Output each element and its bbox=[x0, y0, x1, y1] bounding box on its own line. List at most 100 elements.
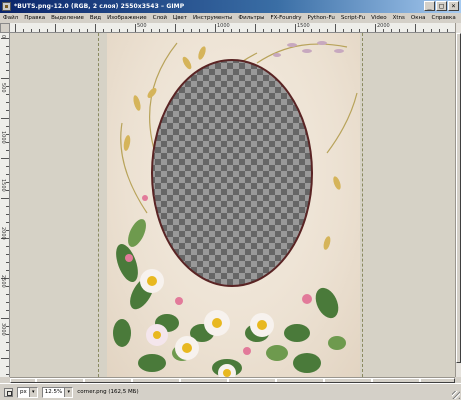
ruler-tick bbox=[6, 326, 9, 327]
navigate-icon[interactable] bbox=[4, 387, 13, 397]
menu-xtns[interactable]: Xtns bbox=[393, 15, 405, 21]
vertical-scrollbar[interactable] bbox=[455, 23, 461, 377]
ruler-tick bbox=[303, 29, 304, 32]
ruler-tick bbox=[6, 102, 9, 103]
ruler-tick bbox=[31, 29, 32, 32]
vertical-ruler[interactable]: 0 500 1000 1500 2000 2500 3000 bbox=[0, 33, 10, 377]
ruler-tick bbox=[6, 86, 9, 87]
ruler-tick bbox=[55, 24, 56, 32]
status-message: corner.png (162,5 МБ) bbox=[77, 389, 139, 395]
ruler-tick bbox=[6, 134, 9, 135]
close-button[interactable]: × bbox=[448, 1, 459, 11]
canvas-area[interactable] bbox=[10, 33, 455, 377]
ruler-tick bbox=[1, 118, 9, 119]
resize-grip-icon[interactable] bbox=[452, 391, 460, 399]
gimp-app-icon[interactable] bbox=[2, 2, 11, 11]
guide-line-right[interactable] bbox=[362, 33, 363, 377]
ruler-tick bbox=[271, 29, 272, 32]
ruler-label: 3000 bbox=[0, 323, 6, 336]
ruler-tick bbox=[335, 24, 336, 32]
ruler-label: 500 bbox=[137, 23, 147, 29]
ruler-tick bbox=[207, 29, 208, 32]
ruler-tick bbox=[223, 29, 224, 32]
ruler-corner-button[interactable] bbox=[0, 23, 10, 33]
ruler-tick bbox=[6, 286, 9, 287]
ruler-tick bbox=[6, 222, 9, 223]
zoom-select[interactable]: 12.5% ▾ bbox=[41, 386, 74, 398]
menu-layer[interactable]: Слой bbox=[153, 15, 167, 21]
ruler-tick bbox=[191, 29, 192, 32]
menu-file[interactable]: Файл bbox=[3, 15, 18, 21]
menu-edit[interactable]: Правка bbox=[24, 15, 45, 21]
minimize-button[interactable]: _ bbox=[424, 1, 435, 11]
vertical-scroll-thumb[interactable] bbox=[456, 33, 461, 363]
floral-frame-artwork bbox=[113, 41, 358, 377]
window-controls: _ □ × bbox=[424, 1, 459, 11]
menu-tools[interactable]: Инструменты bbox=[193, 15, 232, 21]
zoom-value: 12.5% bbox=[44, 389, 63, 395]
ruler-tick bbox=[319, 29, 320, 32]
menu-python-fu[interactable]: Python-Fu bbox=[307, 15, 334, 21]
ruler-tick bbox=[6, 174, 9, 175]
ruler-label: 2000 bbox=[377, 23, 390, 29]
maximize-button[interactable]: □ bbox=[436, 1, 447, 11]
ruler-tick bbox=[399, 29, 400, 32]
menu-script-fu[interactable]: Script-Fu bbox=[341, 15, 365, 21]
ruler-label: 2500 bbox=[0, 275, 6, 288]
ruler-tick bbox=[6, 190, 9, 191]
ruler-tick bbox=[359, 29, 360, 32]
ruler-tick bbox=[6, 302, 9, 303]
ruler-tick bbox=[351, 29, 352, 32]
ruler-tick bbox=[1, 78, 9, 79]
menu-image[interactable]: Изображение bbox=[107, 15, 147, 21]
menu-colors[interactable]: Цвет bbox=[173, 15, 187, 21]
ruler-label: 500 bbox=[0, 83, 6, 93]
ruler-tick bbox=[327, 29, 328, 32]
menu-filters[interactable]: Фильтры bbox=[238, 15, 264, 21]
ruler-label: 1500 bbox=[0, 179, 6, 192]
ruler-tick bbox=[95, 24, 96, 32]
ruler-tick bbox=[6, 214, 9, 215]
ruler-tick bbox=[6, 110, 9, 111]
unit-value: px bbox=[20, 389, 27, 395]
horizontal-ruler[interactable]: 5001000150020002500 bbox=[10, 23, 455, 33]
guide-line-left[interactable] bbox=[98, 33, 99, 377]
ruler-tick bbox=[6, 142, 9, 143]
ruler-tick bbox=[343, 29, 344, 32]
menu-help[interactable]: Справка bbox=[432, 15, 456, 21]
window-title: *BUTS.png-12.0 (RGB, 2 слоя) 2550x3543 –… bbox=[14, 3, 185, 10]
menu-bar: Файл Правка Выделение Вид Изображение Сл… bbox=[0, 13, 461, 23]
ruler-tick bbox=[199, 29, 200, 32]
ruler-tick bbox=[1, 198, 9, 199]
menu-select[interactable]: Выделение bbox=[51, 15, 84, 21]
ruler-label: 0 bbox=[0, 35, 6, 39]
ruler-tick bbox=[119, 29, 120, 32]
image-canvas[interactable] bbox=[107, 33, 360, 377]
ruler-tick bbox=[6, 246, 9, 247]
ruler-tick bbox=[447, 29, 448, 32]
ruler-tick bbox=[6, 294, 9, 295]
ruler-label: 1000 bbox=[217, 23, 230, 29]
ruler-tick bbox=[415, 24, 416, 32]
ruler-tick bbox=[6, 342, 9, 343]
ruler-tick bbox=[6, 150, 9, 151]
ruler-tick bbox=[6, 166, 9, 167]
ruler-tick bbox=[151, 29, 152, 32]
unit-select[interactable]: px ▾ bbox=[17, 386, 38, 398]
ruler-tick bbox=[63, 29, 64, 32]
ruler-tick bbox=[375, 24, 376, 32]
ruler-tick bbox=[167, 29, 168, 32]
ruler-tick bbox=[6, 182, 9, 183]
ruler-tick bbox=[79, 29, 80, 32]
menu-windows[interactable]: Окна bbox=[411, 15, 426, 21]
ruler-tick bbox=[6, 94, 9, 95]
ruler-label: 1500 bbox=[297, 23, 310, 29]
ruler-tick bbox=[383, 29, 384, 32]
ruler-label: 1000 bbox=[0, 131, 6, 144]
menu-video[interactable]: Video bbox=[371, 15, 386, 21]
ruler-tick bbox=[367, 29, 368, 32]
menu-view[interactable]: Вид bbox=[90, 15, 101, 21]
menu-fx-foundry[interactable]: FX-Foundry bbox=[271, 15, 302, 21]
ruler-tick bbox=[239, 29, 240, 32]
ruler-tick bbox=[431, 29, 432, 32]
